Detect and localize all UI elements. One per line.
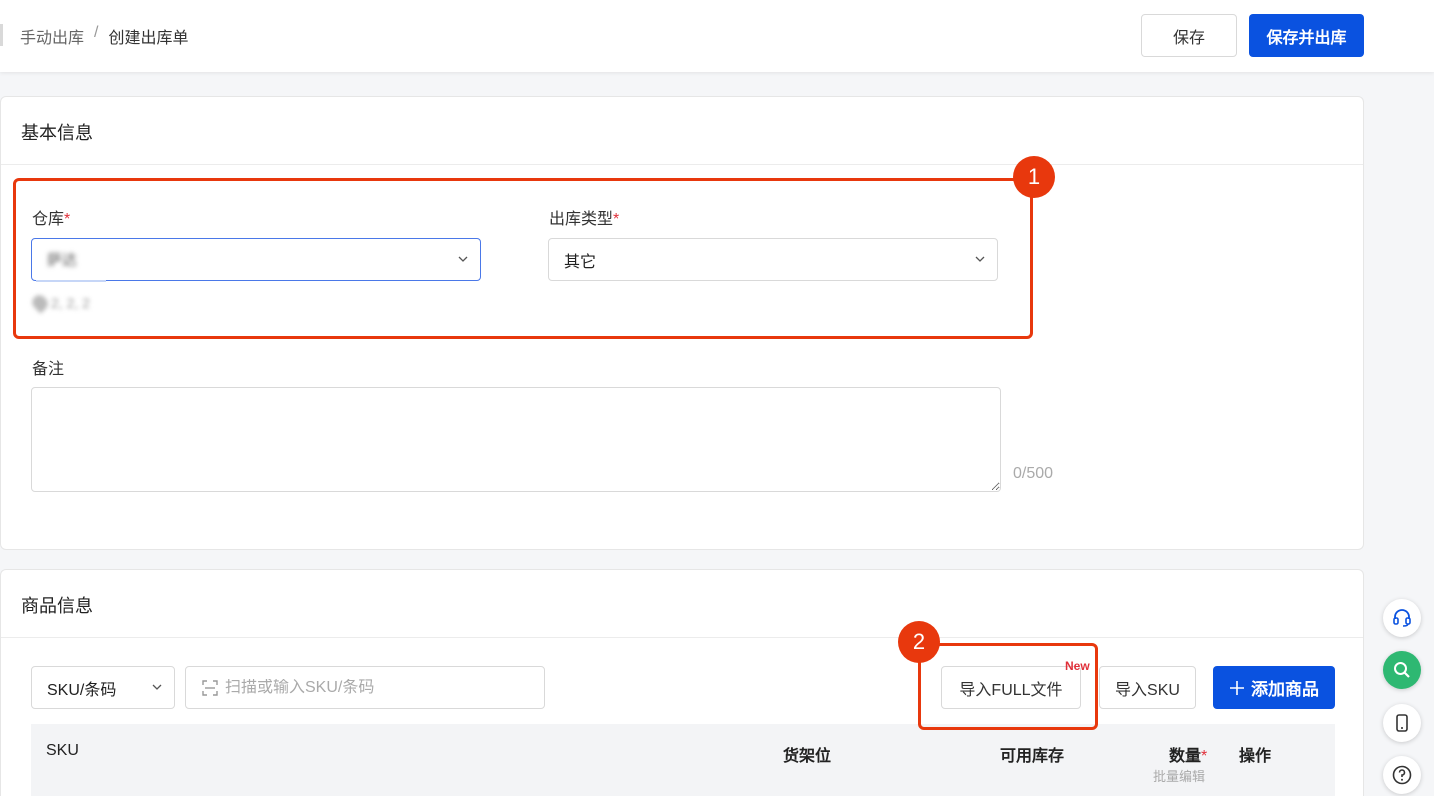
breadcrumb-separator: / — [94, 24, 99, 41]
scan-icon — [202, 679, 218, 696]
mobile-button[interactable] — [1383, 704, 1421, 742]
search-float-button[interactable] — [1383, 651, 1421, 689]
plus-icon — [1230, 680, 1244, 695]
annotation-box-1 — [13, 178, 1033, 339]
page-header: 手动出库 / 创建出库单 保存 保存并出库 — [0, 0, 1434, 72]
column-quantity: 数量* — [1169, 748, 1208, 765]
card-divider — [1, 637, 1363, 638]
headset-icon — [1393, 609, 1411, 627]
product-table-header: SKU 货架位 可用库存 数量* 批量编辑 操作 — [31, 724, 1335, 796]
phone-icon — [1396, 714, 1408, 732]
header-left-bar — [0, 24, 3, 46]
breadcrumb-manual-outbound[interactable]: 手动出库 — [20, 24, 84, 48]
remark-textarea[interactable] — [31, 387, 1001, 492]
annotation-number-1: 1 — [1013, 156, 1055, 198]
sku-search-input[interactable] — [225, 678, 525, 697]
search-icon — [1394, 662, 1410, 678]
chevron-down-icon — [152, 684, 162, 690]
card-divider — [1, 164, 1363, 165]
column-shelf: 货架位 — [783, 748, 832, 765]
breadcrumb-current: 创建出库单 — [108, 30, 189, 47]
add-product-label: 添加商品 — [1251, 680, 1319, 699]
batch-edit-link[interactable]: 批量编辑 — [1153, 766, 1205, 785]
search-mode-select[interactable]: SKU/条码 — [31, 666, 175, 709]
save-button[interactable]: 保存 — [1141, 14, 1237, 57]
remark-counter: 0/500 — [1013, 465, 1054, 482]
annotation-box-2 — [918, 643, 1098, 730]
breadcrumb: 手动出库 / 创建出库单 — [20, 24, 188, 48]
annotation-number-2: 2 — [898, 621, 940, 663]
add-product-button[interactable]: 添加商品 — [1213, 666, 1335, 709]
goods-info-title: 商品信息 — [21, 596, 93, 616]
help-button[interactable] — [1383, 756, 1421, 794]
search-mode-value: SKU/条码 — [47, 681, 117, 699]
sku-search-box[interactable] — [185, 666, 545, 709]
customer-service-button[interactable] — [1383, 599, 1421, 637]
help-icon — [1392, 765, 1412, 785]
column-available-stock: 可用库存 — [1000, 748, 1065, 765]
save-and-outbound-button[interactable]: 保存并出库 — [1249, 14, 1364, 57]
goods-info-card: 商品信息 SKU/条码 导入FULL文件 New 导入SKU 添加商品 SKU … — [0, 569, 1364, 796]
basic-info-title: 基本信息 — [21, 123, 93, 143]
remark-label: 备注 — [32, 361, 65, 378]
column-sku: SKU — [46, 742, 79, 759]
import-sku-button[interactable]: 导入SKU — [1099, 666, 1196, 709]
column-operations: 操作 — [1239, 748, 1272, 765]
required-mark: * — [1201, 748, 1208, 765]
